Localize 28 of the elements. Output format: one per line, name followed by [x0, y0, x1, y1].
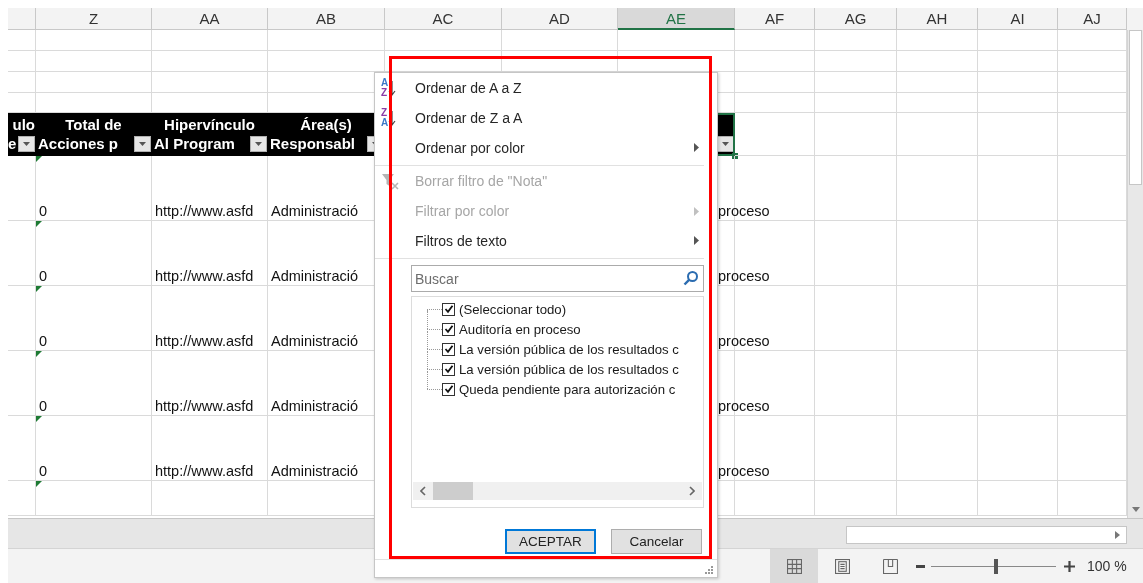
cell-text: http://www.asfd — [155, 463, 254, 479]
header-text: Área(s) — [300, 116, 352, 133]
header-text: Al Program — [154, 135, 235, 152]
cell-text: proceso — [718, 268, 770, 284]
cell-text: proceso — [718, 398, 770, 414]
cell-text: 0 — [39, 398, 48, 414]
cell-text: Administració — [271, 333, 359, 349]
cell-text: Administració — [271, 203, 359, 219]
cell-text: Administració — [271, 268, 359, 284]
header-text: ulo — [12, 116, 35, 133]
cell-text: Administració — [271, 463, 359, 479]
header-text: Total de — [65, 116, 122, 133]
cell-text: proceso — [718, 203, 770, 219]
cell-text: 0 — [39, 463, 48, 479]
cell-text: Administració — [271, 398, 359, 414]
cell-text: 0 — [39, 203, 48, 219]
cell-text: http://www.asfd — [155, 333, 254, 349]
cell-text: http://www.asfd — [155, 268, 254, 284]
cell-text: http://www.asfd — [155, 398, 254, 414]
header-text: e — [8, 135, 17, 152]
header-text: Responsabl — [270, 135, 356, 152]
cell-text: 0 — [39, 333, 48, 349]
cell-text: 0 — [39, 268, 48, 284]
cell-text: proceso — [718, 463, 770, 479]
cell-text: http://www.asfd — [155, 203, 254, 219]
header-text: Acciones p — [38, 135, 119, 152]
cell-text: proceso — [718, 333, 770, 349]
header-text: Hipervínculo — [164, 116, 255, 133]
